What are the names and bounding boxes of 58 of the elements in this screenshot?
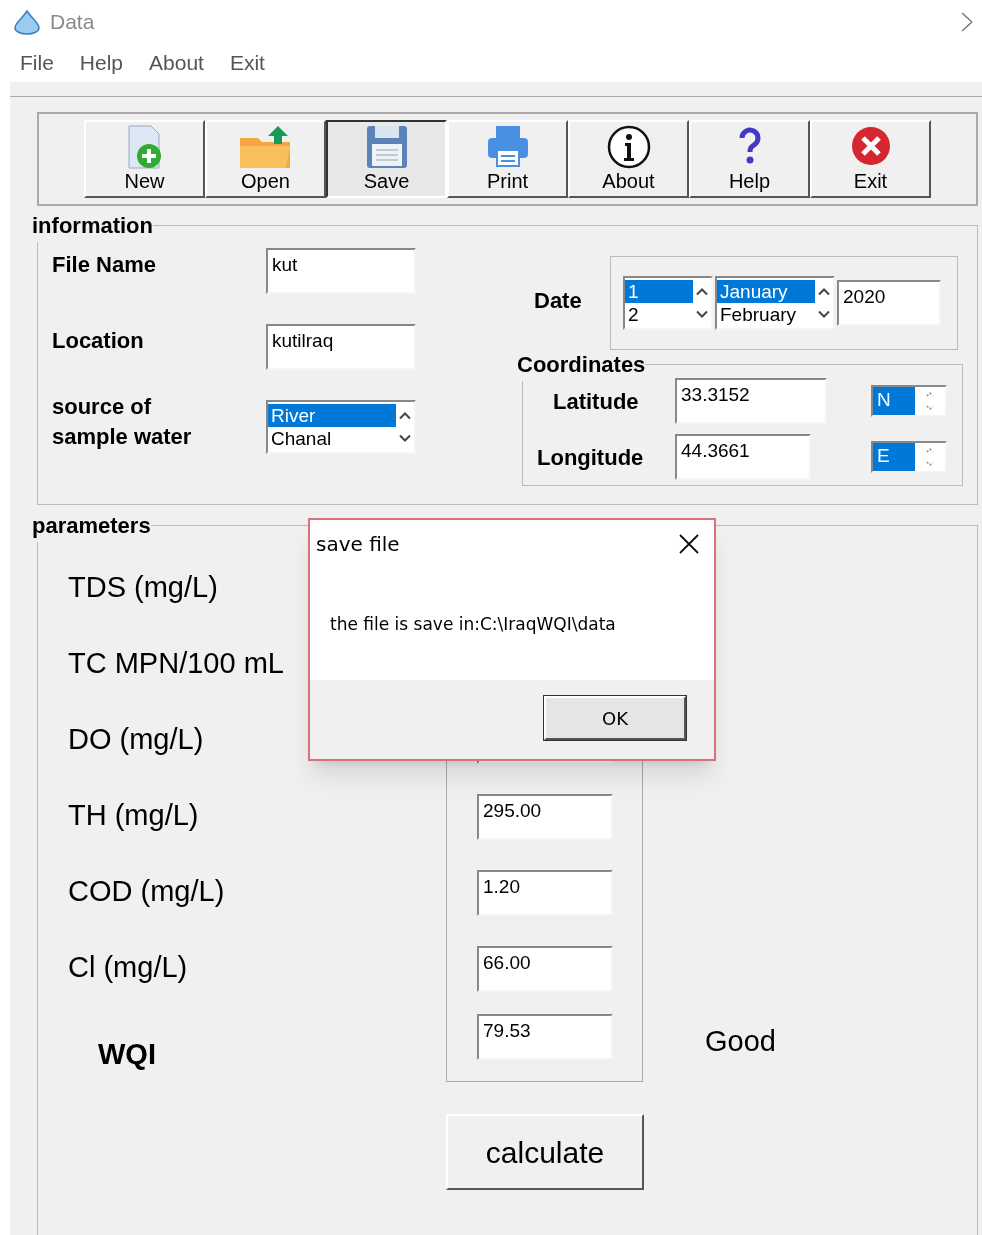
- parameter-label: COD (mg/L): [68, 874, 225, 910]
- parameter-label: TH (mg/L): [68, 798, 199, 834]
- day-list[interactable]: 1 2: [623, 276, 713, 330]
- droplet-icon: [12, 9, 42, 35]
- menu-item[interactable]: Exit: [229, 47, 265, 79]
- menu-item[interactable]: About: [149, 47, 204, 79]
- value-field[interactable]: 1.20: [477, 870, 613, 916]
- close-icon[interactable]: [678, 533, 700, 555]
- toolbar-button[interactable]: About: [568, 120, 689, 198]
- group-title: parameters: [32, 512, 151, 540]
- toolbar-button[interactable]: Print: [447, 120, 568, 198]
- value-field[interactable]: 79.53: [477, 1014, 613, 1060]
- field-label: Latitude: [552, 387, 640, 416]
- year-field[interactable]: 2020: [837, 280, 941, 326]
- parameter-label: DO (mg/L): [68, 722, 204, 758]
- toolbar-button[interactable]: New: [84, 120, 205, 198]
- parameter-label: WQI: [98, 1036, 156, 1072]
- field-label: File Name: [52, 251, 157, 279]
- list-item[interactable]: Chanal: [268, 427, 396, 450]
- parameter-label: Cl (mg/L): [68, 950, 188, 986]
- file-name-field[interactable]: kut: [266, 248, 416, 294]
- dialog-title: save file: [316, 531, 400, 558]
- field-label: Date: [534, 286, 583, 315]
- latitude-direction[interactable]: N: [871, 385, 947, 417]
- list-item[interactable]: January: [717, 280, 815, 303]
- toolbar-button[interactable]: Exit: [810, 120, 931, 198]
- toolbar-button[interactable]: Help: [689, 120, 810, 198]
- parameter-label: TDS (mg/L): [68, 570, 218, 606]
- group-title: information: [32, 212, 153, 240]
- parameter-label: TC MPN/100 mL: [68, 646, 284, 682]
- longitude-direction[interactable]: E: [871, 441, 947, 473]
- list-item[interactable]: 1: [625, 280, 693, 303]
- menu-item[interactable]: File: [20, 47, 54, 79]
- field-label: Longitude: [536, 443, 645, 472]
- location-field[interactable]: kutilraq: [266, 324, 416, 370]
- date-picker[interactable]: 1 2 January February 2020: [610, 256, 958, 350]
- latitude-field[interactable]: 33.3152: [675, 378, 827, 424]
- group-title: Coordinates: [517, 351, 646, 379]
- list-item[interactable]: February: [717, 303, 815, 326]
- printer-icon: [485, 124, 530, 170]
- info-icon: [605, 124, 652, 170]
- list-item[interactable]: 2: [625, 303, 693, 326]
- calculate-button[interactable]: calculate: [446, 1114, 644, 1190]
- quality-rating: Good: [705, 1025, 776, 1057]
- field-label: Location: [52, 327, 145, 355]
- menu-item[interactable]: Help: [79, 47, 124, 79]
- window-title: Data: [50, 9, 95, 36]
- toolbar-button[interactable]: Save: [326, 120, 447, 198]
- toolbar-button[interactable]: Open: [205, 120, 326, 198]
- ok-button[interactable]: OK: [544, 696, 686, 740]
- value-field[interactable]: 66.00: [477, 946, 613, 992]
- month-list[interactable]: January February: [715, 276, 835, 330]
- field-label: source of sample water: [52, 393, 193, 451]
- source-list[interactable]: River Chanal: [266, 400, 416, 454]
- dialog-message: the file is save in:C:\IraqWQI\data: [330, 614, 616, 634]
- longitude-field[interactable]: 44.3661: [675, 434, 811, 480]
- value-field[interactable]: 295.00: [477, 794, 613, 840]
- list-item[interactable]: River: [268, 404, 396, 427]
